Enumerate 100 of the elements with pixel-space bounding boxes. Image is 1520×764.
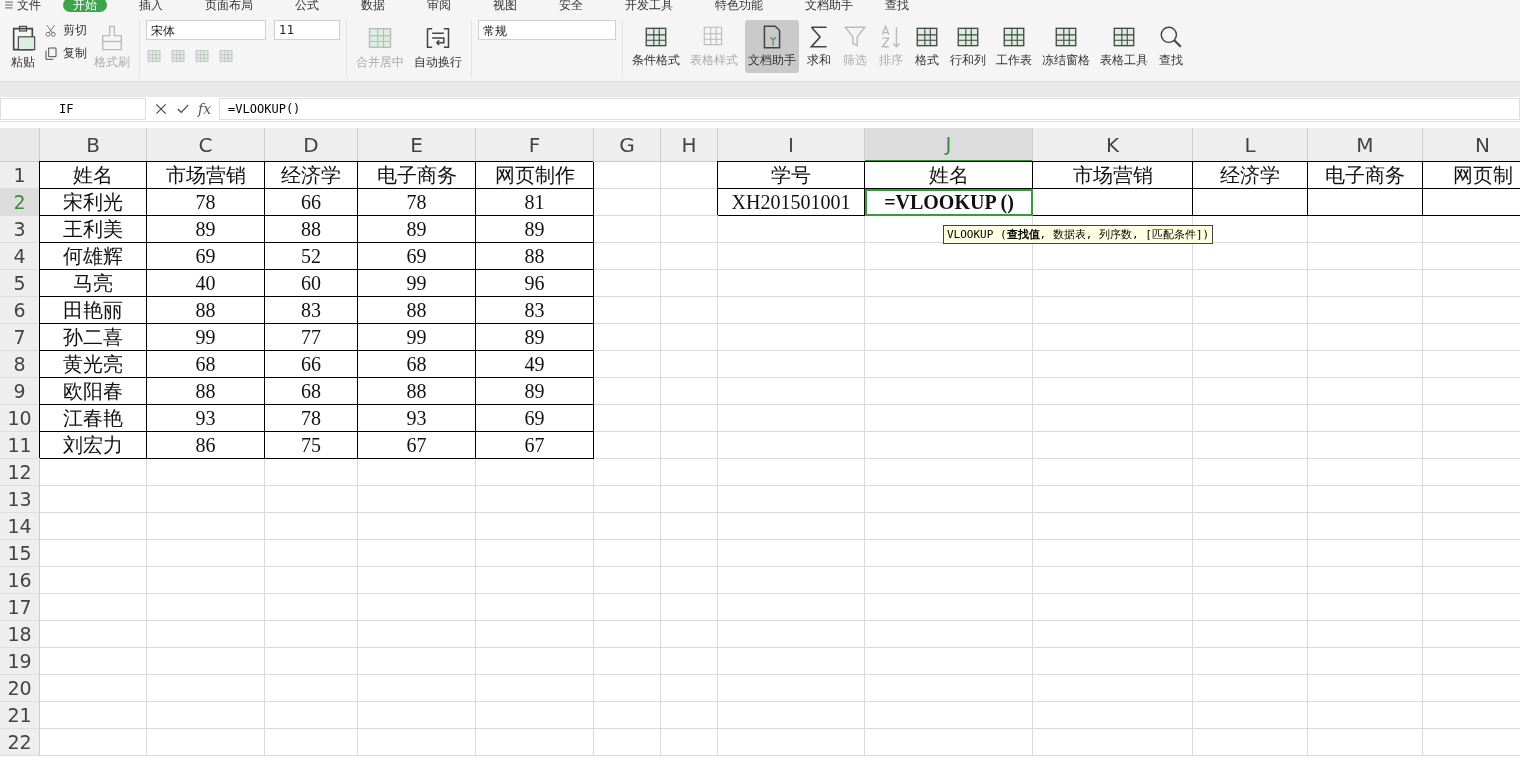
table-cell: 江春艳 xyxy=(40,405,147,432)
table-cell: 69 xyxy=(476,405,594,432)
row-header[interactable]: 6 xyxy=(0,297,40,324)
table-cell xyxy=(594,594,661,621)
formula-field[interactable]: =VLOOKUP() xyxy=(219,98,1520,120)
row-header[interactable]: 1 xyxy=(0,162,40,189)
row-header[interactable]: 13 xyxy=(0,486,40,513)
funnel-icon xyxy=(842,24,868,50)
number-format-field[interactable]: 常规 xyxy=(478,20,616,40)
toolbar-button[interactable]: 格式 xyxy=(911,20,943,73)
wrap-text-button[interactable]: 自动换行 xyxy=(411,20,465,75)
table-cell: 78 xyxy=(358,189,476,216)
table-cell: 52 xyxy=(265,243,358,270)
table-cell xyxy=(594,513,661,540)
toolbar-button[interactable]: 行和列 xyxy=(947,20,989,73)
column-header[interactable]: M xyxy=(1308,128,1423,162)
table-cell: 88 xyxy=(358,378,476,405)
ribbon-tab[interactable]: 开发工具 xyxy=(615,0,683,12)
row-header[interactable]: 18 xyxy=(0,621,40,648)
font-name-field[interactable]: 宋体 xyxy=(146,20,266,40)
toolbar-button[interactable]: 求和 xyxy=(803,20,835,73)
row-header[interactable]: 17 xyxy=(0,594,40,621)
row-header[interactable]: 8 xyxy=(0,351,40,378)
table-cell xyxy=(661,486,718,513)
toolbar-button[interactable]: 工作表 xyxy=(993,20,1035,73)
row-header[interactable]: 10 xyxy=(0,405,40,432)
table-cell xyxy=(661,513,718,540)
table-cell: 60 xyxy=(265,270,358,297)
row-header[interactable]: 14 xyxy=(0,513,40,540)
table-cell: 75 xyxy=(265,432,358,459)
row-header[interactable]: 9 xyxy=(0,378,40,405)
table-cell: 83 xyxy=(476,297,594,324)
table-cell: 市场营销 xyxy=(147,162,265,189)
grid-icon xyxy=(170,48,186,64)
row-header[interactable]: 11 xyxy=(0,432,40,459)
font-size-field[interactable]: 11 xyxy=(274,20,340,40)
table-cell: 66 xyxy=(265,189,358,216)
row-header[interactable]: 20 xyxy=(0,675,40,702)
column-header[interactable]: H xyxy=(661,128,718,162)
column-header[interactable]: K xyxy=(1033,128,1193,162)
toolbar-button[interactable]: 查找 xyxy=(1155,20,1187,73)
table-cell: 66 xyxy=(265,351,358,378)
name-box[interactable]: IF xyxy=(0,98,146,120)
table-cell: 99 xyxy=(358,324,476,351)
row-header[interactable]: 12 xyxy=(0,459,40,486)
toolbar-button[interactable]: 表格工具 xyxy=(1097,20,1151,73)
table-cell xyxy=(661,270,718,297)
column-header[interactable]: C xyxy=(147,128,265,162)
column-header[interactable]: E xyxy=(358,128,476,162)
column-header[interactable]: N xyxy=(1423,128,1520,162)
select-all-corner[interactable] xyxy=(0,128,40,162)
table-cell xyxy=(661,675,718,702)
column-header[interactable]: D xyxy=(265,128,358,162)
toolbar-button[interactable]: 冻结窗格 xyxy=(1039,20,1093,73)
column-header[interactable]: I xyxy=(718,128,865,162)
cut-button[interactable]: 剪切 xyxy=(44,22,87,39)
function-label[interactable]: fx xyxy=(198,101,212,117)
table-cell: 69 xyxy=(147,243,265,270)
ribbon-tab[interactable]: 页面布局 xyxy=(195,0,263,12)
toolbar-button[interactable]: 文档助手 xyxy=(745,20,799,73)
table-cell xyxy=(594,405,661,432)
row-header[interactable]: 15 xyxy=(0,540,40,567)
column-header[interactable]: F xyxy=(476,128,594,162)
table-cell: 88 xyxy=(147,297,265,324)
table-cell: 马亮 xyxy=(40,270,147,297)
table-cell xyxy=(661,243,718,270)
table-cell: 姓名 xyxy=(40,162,147,189)
search-button[interactable]: 查找 xyxy=(885,0,909,12)
table-cell: 99 xyxy=(147,324,265,351)
table-cell: 田艳丽 xyxy=(40,297,147,324)
table-cell: 77 xyxy=(265,324,358,351)
table-cell xyxy=(661,432,718,459)
table-cell xyxy=(661,459,718,486)
table-cell: 经济学 xyxy=(1193,162,1308,189)
table-cell: 40 xyxy=(147,270,265,297)
copy-button[interactable]: 复制 xyxy=(44,45,87,62)
row-header[interactable]: 22 xyxy=(0,729,40,756)
table-cell: 89 xyxy=(476,378,594,405)
table-cell xyxy=(661,405,718,432)
menu-icon xyxy=(4,0,14,10)
ribbon-tab[interactable]: 公式 xyxy=(285,0,329,12)
column-header[interactable]: B xyxy=(40,128,147,162)
table-cell: 市场营销 xyxy=(1033,162,1193,189)
row-header[interactable]: 7 xyxy=(0,324,40,351)
row-header[interactable]: 21 xyxy=(0,702,40,729)
row-header[interactable]: 16 xyxy=(0,567,40,594)
row-header[interactable]: 3 xyxy=(0,216,40,243)
paste-button[interactable]: 粘贴 xyxy=(6,20,40,75)
ribbon-tab[interactable]: 数据 xyxy=(351,0,395,12)
table-cell: 89 xyxy=(147,216,265,243)
table-cell xyxy=(661,351,718,378)
column-header[interactable]: G xyxy=(594,128,661,162)
table-cell: 孙二喜 xyxy=(40,324,147,351)
row-header[interactable]: 5 xyxy=(0,270,40,297)
row-header[interactable]: 19 xyxy=(0,648,40,675)
toolbar-button[interactable]: 条件格式 xyxy=(629,20,683,73)
table-cell xyxy=(661,648,718,675)
row-header[interactable]: 4 xyxy=(0,243,40,270)
table-cell: 93 xyxy=(147,405,265,432)
column-header[interactable]: L xyxy=(1193,128,1308,162)
